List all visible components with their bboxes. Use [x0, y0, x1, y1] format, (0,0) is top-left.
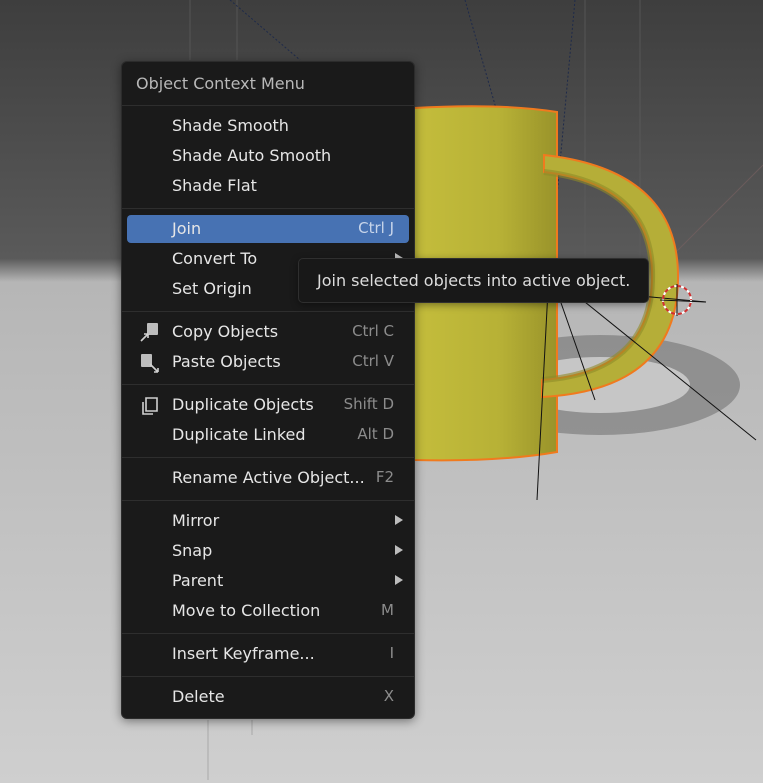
menu-item-paste-objects[interactable]: Paste Objects Ctrl V [127, 348, 409, 376]
menu-item-label: Set Origin [172, 279, 252, 298]
menu-separator [122, 208, 414, 209]
menu-item-move-to-collection[interactable]: Move to Collection M [127, 597, 409, 625]
menu-item-label: Move to Collection [172, 601, 321, 620]
menu-item-join[interactable]: Join Ctrl J [127, 215, 409, 243]
submenu-arrow-icon [395, 515, 403, 525]
copy-icon [140, 323, 158, 342]
menu-separator [122, 500, 414, 501]
menu-item-shortcut: Ctrl J [358, 219, 394, 237]
menu-item-shortcut: X [383, 687, 394, 705]
menu-item-label: Mirror [172, 511, 220, 530]
menu-item-shortcut: I [389, 644, 394, 662]
menu-item-shortcut: Alt D [357, 425, 394, 443]
duplicate-icon [142, 397, 158, 415]
menu-item-label: Duplicate Objects [172, 395, 314, 414]
menu-separator [122, 105, 414, 106]
menu-item-shade-auto-smooth[interactable]: Shade Auto Smooth [127, 142, 409, 170]
menu-item-shade-smooth[interactable]: Shade Smooth [127, 112, 409, 140]
paste-icon [141, 354, 159, 373]
menu-title: Object Context Menu [136, 74, 305, 93]
menu-item-label: Insert Keyframe... [172, 644, 315, 663]
menu-item-label: Delete [172, 687, 225, 706]
menu-item-snap[interactable]: Snap [127, 537, 409, 565]
menu-item-label: Rename Active Object... [172, 468, 365, 487]
menu-separator [122, 676, 414, 677]
tooltip: Join selected objects into active object… [298, 258, 649, 303]
menu-item-label: Join [172, 219, 202, 238]
menu-item-shortcut: Ctrl C [352, 322, 394, 340]
menu-item-shade-flat[interactable]: Shade Flat [127, 172, 409, 200]
menu-item-delete[interactable]: Delete X [127, 683, 409, 711]
menu-item-label: Copy Objects [172, 322, 279, 341]
menu-item-insert-keyframe[interactable]: Insert Keyframe... I [127, 640, 409, 668]
submenu-arrow-icon [395, 575, 403, 585]
menu-separator [122, 384, 414, 385]
menu-item-label: Shade Smooth [172, 116, 289, 135]
menu-separator [122, 311, 414, 312]
menu-separator [122, 633, 414, 634]
menu-item-shortcut: M [381, 601, 394, 619]
menu-item-shortcut: Shift D [343, 395, 394, 413]
menu-item-mirror[interactable]: Mirror [127, 507, 409, 535]
menu-item-label: Paste Objects [172, 352, 281, 371]
menu-item-label: Convert To [172, 249, 258, 268]
menu-item-shortcut: Ctrl V [352, 352, 394, 370]
menu-item-label: Duplicate Linked [172, 425, 306, 444]
menu-item-label: Parent [172, 571, 224, 590]
menu-item-label: Shade Auto Smooth [172, 146, 332, 165]
menu-item-rename-active-object[interactable]: Rename Active Object... F2 [127, 464, 409, 492]
menu-item-duplicate-objects[interactable]: Duplicate Objects Shift D [127, 391, 409, 419]
menu-item-parent[interactable]: Parent [127, 567, 409, 595]
menu-item-label: Shade Flat [172, 176, 257, 195]
tooltip-text: Join selected objects into active object… [317, 271, 631, 290]
menu-item-duplicate-linked[interactable]: Duplicate Linked Alt D [127, 421, 409, 449]
object-context-menu: Object Context Menu Shade Smooth Shade A… [121, 61, 415, 719]
menu-separator [122, 457, 414, 458]
menu-item-shortcut: F2 [375, 468, 394, 486]
menu-item-copy-objects[interactable]: Copy Objects Ctrl C [127, 318, 409, 346]
menu-item-label: Snap [172, 541, 213, 560]
submenu-arrow-icon [395, 545, 403, 555]
